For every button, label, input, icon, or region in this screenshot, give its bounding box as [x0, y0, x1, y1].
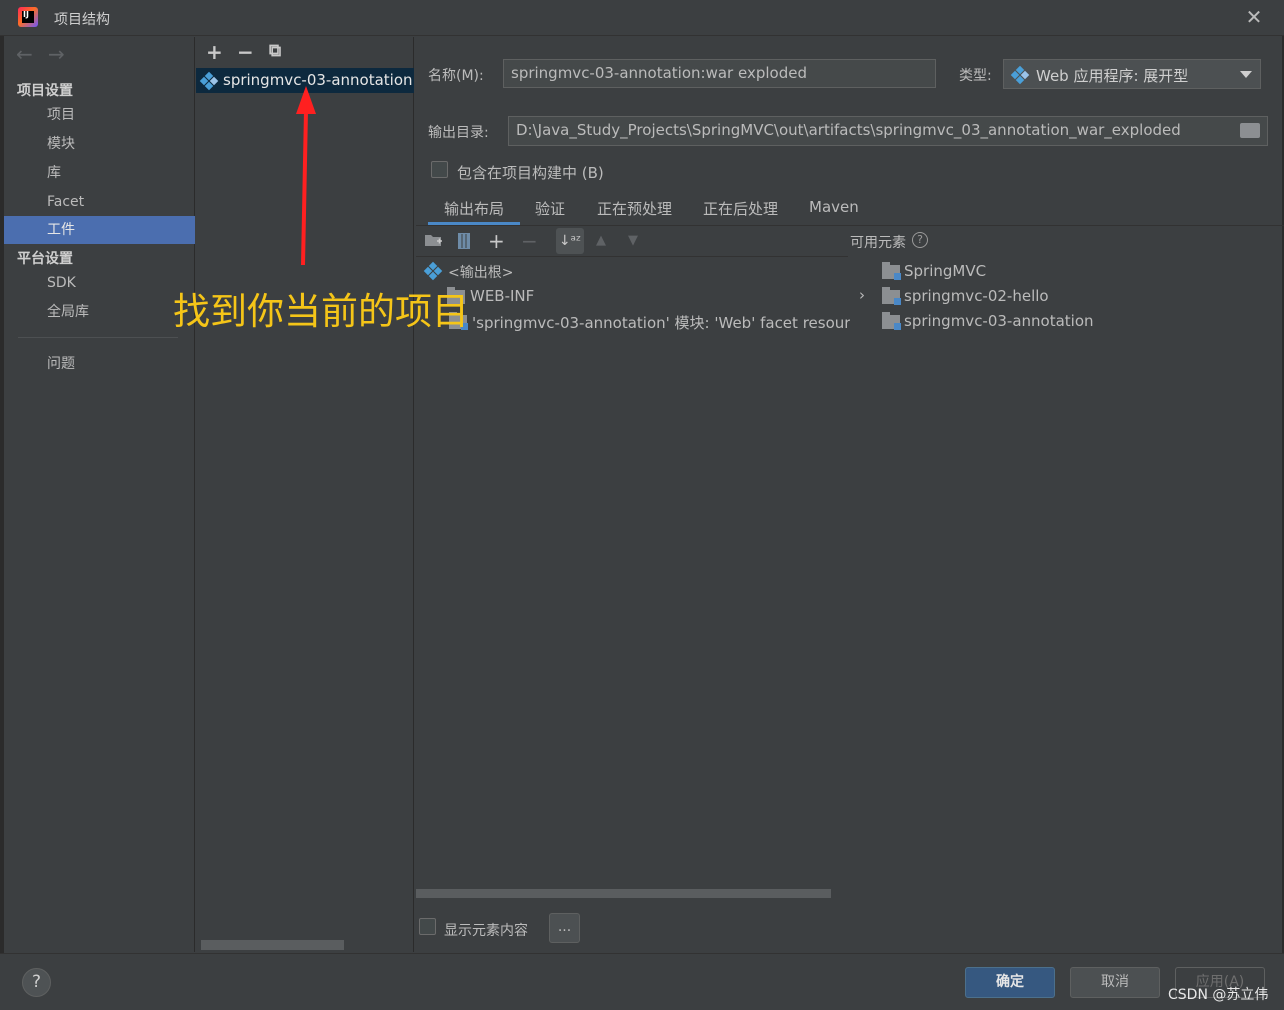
ok-button[interactable]: 确定	[965, 967, 1055, 998]
tab-output-layout[interactable]: 输出布局	[444, 198, 504, 219]
cancel-button[interactable]: 取消	[1070, 967, 1160, 998]
forward-arrow-icon[interactable]: →	[48, 42, 65, 66]
more-options-button[interactable]: ...	[549, 913, 580, 943]
settings-nav: ← → 项目设置 项目 模块 库 Facet 工件 平台设置 SDK 全局库 问…	[4, 37, 195, 952]
nav-divider	[18, 337, 178, 338]
available-item[interactable]: springmvc-02-hello	[904, 287, 1049, 305]
include-in-build-label: 包含在项目构建中 (B)	[457, 164, 604, 182]
nav-item-artifacts[interactable]: 工件	[4, 216, 195, 244]
title-bar	[0, 0, 1284, 36]
nav-item-sdk[interactable]: SDK	[4, 269, 195, 297]
expand-chevron-icon[interactable]: ›	[859, 286, 865, 304]
create-directory-icon[interactable]	[424, 232, 444, 253]
move-down-icon: ▼	[628, 233, 638, 248]
tab-preprocessing[interactable]: 正在预处理	[597, 198, 672, 219]
remove-element-icon: −	[521, 229, 538, 253]
name-field[interactable]: springmvc-03-annotation:war exploded	[503, 59, 936, 88]
tree-facet-resources[interactable]: 'springmvc-03-annotation' 模块: 'Web' face…	[472, 312, 850, 333]
type-select[interactable]: Web 应用程序: 展开型	[1003, 59, 1261, 89]
name-label: 名称(M):	[428, 68, 484, 84]
tree-output-root[interactable]: <输出根>	[448, 262, 513, 282]
tree-web-inf[interactable]: WEB-INF	[470, 287, 534, 305]
available-item[interactable]: SpringMVC	[904, 262, 986, 280]
nav-item-modules[interactable]: 模块	[4, 130, 195, 158]
nav-group-project-settings: 项目设置	[17, 83, 73, 99]
nav-item-global-libraries[interactable]: 全局库	[4, 298, 195, 326]
nav-group-platform-settings: 平台设置	[17, 251, 73, 267]
back-arrow-icon[interactable]: ←	[16, 42, 33, 66]
web-app-icon	[1010, 65, 1030, 85]
artifact-list-scrollbar[interactable]	[201, 940, 344, 950]
intellij-app-icon: IJ	[18, 7, 38, 27]
available-elements-label: 可用元素	[850, 235, 906, 251]
module-folder-icon	[882, 287, 901, 305]
layout-toolbar-divider	[416, 256, 848, 257]
window-title: 项目结构	[54, 12, 110, 28]
add-copy-of-icon[interactable]: +	[488, 229, 505, 253]
help-button[interactable]: ?	[22, 968, 51, 997]
output-root-icon	[423, 261, 443, 281]
type-select-value: Web 应用程序: 展开型	[1036, 67, 1189, 85]
help-circle-icon[interactable]: ?	[912, 232, 928, 248]
close-button[interactable]: ✕	[1242, 6, 1266, 30]
tabs-divider	[416, 225, 1284, 226]
tab-postprocessing[interactable]: 正在后处理	[703, 198, 778, 219]
add-artifact-icon[interactable]: +	[206, 40, 223, 64]
annotation-arrow	[296, 86, 316, 266]
nav-item-problems[interactable]: 问题	[4, 350, 195, 378]
browse-folder-icon[interactable]	[1240, 123, 1260, 138]
type-label: 类型:	[959, 68, 992, 84]
nav-item-libraries[interactable]: 库	[4, 159, 195, 187]
layout-tree-scrollbar[interactable]	[416, 889, 831, 898]
nav-item-facets[interactable]: Facet	[4, 188, 195, 216]
chevron-down-icon	[1240, 71, 1252, 78]
copy-artifact-icon[interactable]: ⧉	[269, 41, 281, 61]
web-artifact-icon	[199, 71, 219, 91]
csdn-watermark: CSDN @苏立伟	[1168, 987, 1269, 1003]
show-contents-label: 显示元素内容	[444, 923, 528, 939]
annotation-text: 找到你当前的项目	[173, 290, 469, 333]
move-up-icon: ▲	[596, 233, 606, 248]
tab-validation[interactable]: 验证	[535, 198, 565, 219]
include-in-build-checkbox[interactable]	[431, 161, 448, 178]
tab-maven[interactable]: Maven	[809, 198, 859, 216]
create-archive-icon[interactable]	[457, 232, 471, 255]
output-dir-field[interactable]: D:\Java_Study_Projects\SpringMVC\out\art…	[508, 116, 1268, 146]
module-folder-icon	[882, 312, 901, 330]
show-contents-checkbox[interactable]	[419, 918, 436, 935]
remove-artifact-icon[interactable]: −	[237, 40, 254, 64]
output-dir-label: 输出目录:	[428, 125, 489, 141]
nav-item-project[interactable]: 项目	[4, 101, 195, 129]
sort-elements-icon[interactable]: ↓ᵃᶻ	[556, 228, 584, 254]
module-folder-icon	[882, 262, 901, 280]
available-item[interactable]: springmvc-03-annotation	[904, 312, 1094, 330]
